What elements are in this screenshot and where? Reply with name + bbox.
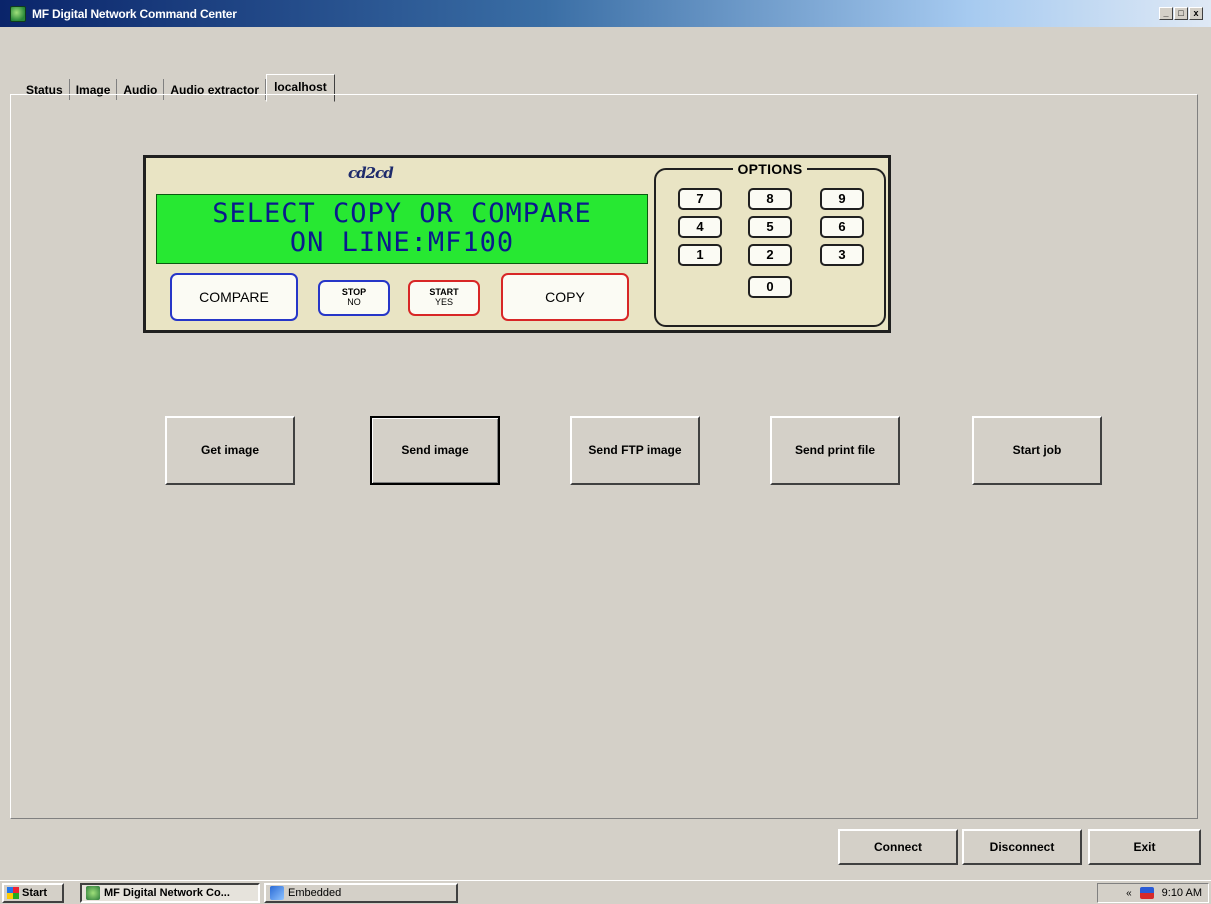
- exit-button[interactable]: Exit: [1088, 829, 1201, 865]
- embedded-app-icon: [270, 886, 284, 900]
- start-label: Start: [22, 887, 48, 899]
- send-ftp-image-button[interactable]: Send FTP image: [570, 416, 700, 485]
- key-0[interactable]: 0: [748, 276, 792, 298]
- start-button[interactable]: START YES: [408, 280, 480, 316]
- lcd-line-1: SELECT COPY OR COMPARE: [212, 198, 592, 229]
- copy-button[interactable]: COPY: [501, 273, 629, 321]
- options-title: OPTIONS: [733, 161, 807, 177]
- yes-label: YES: [434, 297, 453, 307]
- options-keypad: OPTIONS 7 8 9 4 5 6 1 2 3 0: [654, 161, 886, 327]
- app-icon: [86, 886, 100, 900]
- maximize-button[interactable]: □: [1174, 7, 1188, 20]
- key-2[interactable]: 2: [748, 244, 792, 266]
- taskbar-item-mf-digital[interactable]: MF Digital Network Co...: [80, 883, 260, 903]
- key-1[interactable]: 1: [678, 244, 722, 266]
- lcd-display: SELECT COPY OR COMPARE ON LINE:MF100: [156, 194, 648, 264]
- lcd-line-2: ON LINE:MF100: [289, 227, 515, 258]
- network-tray-icon[interactable]: [1139, 887, 1154, 899]
- taskbar: Start MF Digital Network Co... Embedded …: [0, 880, 1211, 904]
- start-label: START: [429, 287, 459, 297]
- tray-expand-chevron-icon[interactable]: «: [1126, 888, 1132, 899]
- cd2cd-logo: cd2cd: [348, 164, 394, 182]
- connect-button[interactable]: Connect: [838, 829, 958, 865]
- start-job-button[interactable]: Start job: [972, 416, 1102, 485]
- start-menu-button[interactable]: Start: [2, 883, 64, 903]
- key-7[interactable]: 7: [678, 188, 722, 210]
- key-4[interactable]: 4: [678, 216, 722, 238]
- key-8[interactable]: 8: [748, 188, 792, 210]
- stop-button[interactable]: STOP NO: [318, 280, 390, 316]
- key-3[interactable]: 3: [820, 244, 864, 266]
- stop-label: STOP: [341, 287, 367, 297]
- get-image-button[interactable]: Get image: [165, 416, 295, 485]
- window-title: MF Digital Network Command Center: [32, 6, 237, 21]
- taskbar-item-embedded[interactable]: Embedded: [264, 883, 458, 903]
- key-5[interactable]: 5: [748, 216, 792, 238]
- compare-button[interactable]: COMPARE: [170, 273, 298, 321]
- key-9[interactable]: 9: [820, 188, 864, 210]
- minimize-button[interactable]: _: [1159, 7, 1173, 20]
- taskbar-item-label: MF Digital Network Co...: [104, 887, 230, 899]
- app-icon: [10, 5, 26, 22]
- system-tray: « 9:10 AM: [1097, 883, 1209, 903]
- disconnect-button[interactable]: Disconnect: [962, 829, 1082, 865]
- send-print-file-button[interactable]: Send print file: [770, 416, 900, 485]
- key-6[interactable]: 6: [820, 216, 864, 238]
- close-button[interactable]: x: [1189, 7, 1203, 20]
- cd2cd-device-panel: cd2cd SELECT COPY OR COMPARE ON LINE:MF1…: [143, 155, 891, 333]
- clock: 9:10 AM: [1161, 887, 1202, 899]
- window-controls: _ □ x: [1159, 7, 1203, 20]
- title-bar[interactable]: MF Digital Network Command Center _ □ x: [0, 0, 1211, 27]
- taskbar-item-label: Embedded: [288, 887, 342, 899]
- windows-logo-icon: [7, 887, 19, 899]
- send-image-button[interactable]: Send image: [370, 416, 500, 485]
- no-label: NO: [347, 297, 361, 307]
